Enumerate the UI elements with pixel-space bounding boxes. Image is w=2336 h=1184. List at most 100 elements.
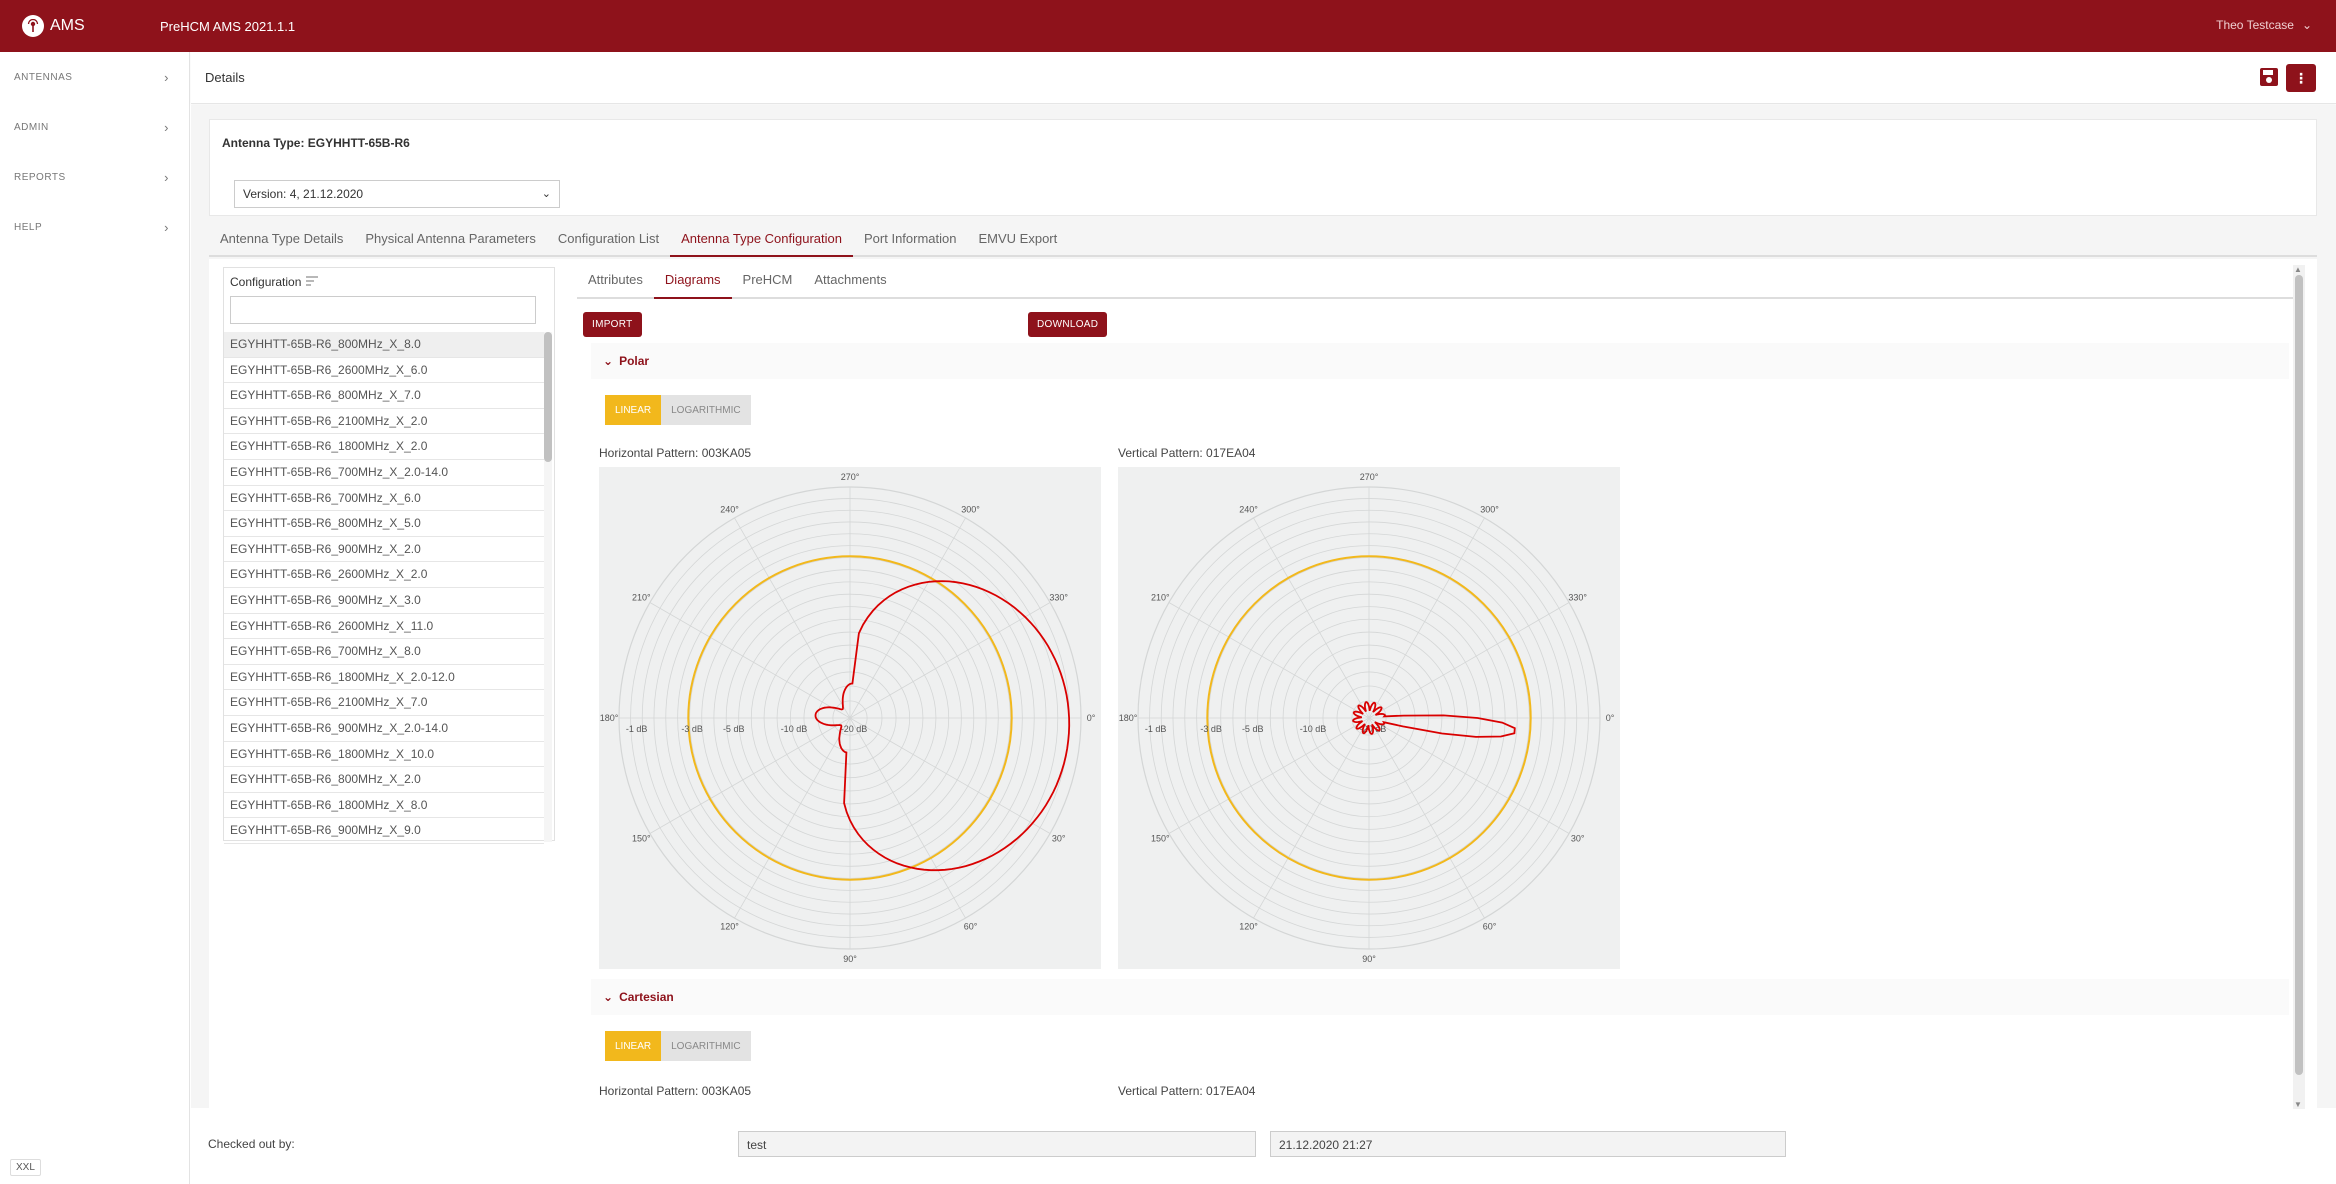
vertical-polar-chart: 0° 30° 60° 90° 120° 150° 180° 210° 240° 270° 300° 3… [1119,472,1615,964]
checked-out-user-field: test [738,1131,1256,1157]
configuration-item[interactable]: EGYHHTT-65B-R6_2600MHz_X_2.0 [224,562,544,588]
scroll-down-icon[interactable]: ▼ [2294,1100,2302,1109]
chevron-down-icon: ⌄ [603,990,614,1004]
configuration-item[interactable]: EGYHHTT-65B-R6_2600MHz_X_11.0 [224,614,544,640]
grid-spoke [849,717,1051,834]
configuration-item[interactable]: EGYHHTT-65B-R6_2600MHz_X_6.0 [224,358,544,384]
chevron-right-icon: › [164,119,169,135]
grid-spoke [1368,717,1485,919]
chevron-right-icon: › [164,169,169,185]
configuration-heading: Configuration [230,275,302,289]
user-name: Theo Testcase [2216,18,2294,32]
import-button[interactable]: IMPORT [583,312,642,337]
tab-physical-antenna-parameters[interactable]: Physical Antenna Parameters [354,229,547,257]
configuration-item[interactable]: EGYHHTT-65B-R6_2100MHz_X_7.0 [224,690,544,716]
configuration-item[interactable]: EGYHHTT-65B-R6_900MHz_X_3.0 [224,588,544,614]
grid-spoke [1253,717,1370,919]
configuration-item[interactable]: EGYHHTT-65B-R6_700MHz_X_2.0-14.0 [224,460,544,486]
configuration-item[interactable]: EGYHHTT-65B-R6_800MHz_X_5.0 [224,511,544,537]
sidebar-item-reports[interactable]: REPORTS › [0,152,189,202]
cartesian-logarithmic-option[interactable]: LOGARITHMIC [661,1031,751,1061]
angle-tick-label: 210° [1151,593,1170,603]
angle-tick-label: 60° [1483,922,1497,932]
checked-out-date-field: 21.12.2020 21:27 [1270,1131,1786,1157]
scroll-up-icon[interactable]: ▲ [2294,265,2302,274]
configuration-header: Configuration [224,268,554,296]
configuration-item[interactable]: EGYHHTT-65B-R6_1800MHz_X_10.0 [224,742,544,768]
tab-attributes[interactable]: Attributes [577,267,654,299]
scrollbar-thumb[interactable] [2295,275,2303,1075]
more-menu-button[interactable]: ⋮ [2286,64,2316,92]
polar-logarithmic-option[interactable]: LOGARITHMIC [661,395,751,425]
db-tick-label: -10 dB [781,724,808,734]
save-icon[interactable] [2258,66,2280,88]
configuration-item[interactable]: EGYHHTT-65B-R6_800MHz_X_2.0 [224,767,544,793]
top-bar: AMS PreHCM AMS 2021.1.1 Theo Testcase ⌄ [0,0,2336,52]
tab-content: Configuration EGYHHTT-65B-R6_800MHz_X_8.… [209,259,2317,1109]
grid-spoke [1168,717,1370,834]
tab-emvu-export[interactable]: EMVU Export [968,229,1069,257]
configuration-item[interactable]: EGYHHTT-65B-R6_900MHz_X_2.0-14.0 [224,716,544,742]
cartesian-linear-option[interactable]: LINEAR [605,1031,662,1061]
diagram-scrollbar[interactable]: ▲ ▼ [2293,265,2305,1109]
cartesian-scale-toggle: LINEAR LOGARITHMIC [605,1031,751,1061]
angle-tick-label: 270° [841,472,860,482]
sidebar-item-admin[interactable]: ADMIN › [0,102,189,152]
version-select[interactable]: Version: 4, 21.12.2020 ⌄ [234,180,560,208]
configuration-item[interactable]: EGYHHTT-65B-R6_1800MHz_X_8.0 [224,793,544,819]
grid-spoke [1168,602,1370,719]
tab-diagrams[interactable]: Diagrams [653,267,732,299]
sub-tabs: Attributes Diagrams PreHCM Attachments [577,267,2305,299]
tab-prehcm[interactable]: PreHCM [732,267,804,299]
cartesian-section-title: Cartesian [619,990,674,1004]
angle-tick-label: 0° [1087,713,1096,723]
antenna-logo-icon [22,15,44,37]
configuration-item[interactable]: EGYHHTT-65B-R6_800MHz_X_8.0 [224,332,544,358]
angle-tick-label: 120° [720,922,739,932]
cartesian-section-header[interactable]: ⌄ Cartesian [591,979,2289,1015]
configuration-item[interactable]: EGYHHTT-65B-R6_800MHz_X_7.0 [224,383,544,409]
main-area: Antenna Type: EGYHHTT-65B-R6 Version: 4,… [191,105,2336,1109]
configuration-item[interactable]: EGYHHTT-65B-R6_2100MHz_X_2.0 [224,409,544,435]
tab-antenna-type-details[interactable]: Antenna Type Details [209,229,354,257]
tab-antenna-type-configuration[interactable]: Antenna Type Configuration [670,229,853,257]
cartesian-horizontal-label: Horizontal Pattern: 003KA05 [599,1084,752,1098]
tab-configuration-list[interactable]: Configuration List [547,229,670,257]
download-button[interactable]: DOWNLOAD [1028,312,1108,337]
filter-icon[interactable] [306,275,319,289]
configuration-scrollbar[interactable] [544,332,552,842]
vertical-polar-plot: 0° 30° 60° 90° 120° 150° 180° 210° 240° 270° 300° 3… [1118,467,1620,969]
scrollbar-thumb[interactable] [544,332,552,462]
page-title: Details [205,70,245,85]
sidebar-item-antennas[interactable]: ANTENNAS › [0,52,189,102]
sidebar-item-label: ANTENNAS [14,71,73,83]
polar-section-header[interactable]: ⌄ Polar [591,343,2289,379]
more-vertical-icon: ⋮ [2294,69,2308,86]
configuration-item[interactable]: EGYHHTT-65B-R6_1800MHz_X_2.0 [224,434,544,460]
grid-spoke [734,517,851,719]
angle-tick-label: 300° [961,504,980,514]
horizontal-polar-chart: 0° 30° 60° 90° 120° 150° 180° 210° 240° 270° 300° 3… [600,472,1096,964]
angle-tick-label: 330° [1049,593,1068,603]
polar-section-title: Polar [619,354,650,368]
angle-tick-label: 120° [1239,922,1258,932]
tab-attachments[interactable]: Attachments [803,267,897,299]
angle-tick-label: 240° [1239,504,1258,514]
grid-spoke [849,602,1051,719]
sidebar-item-label: ADMIN [14,121,49,133]
configuration-item[interactable]: EGYHHTT-65B-R6_700MHz_X_6.0 [224,486,544,512]
user-menu[interactable]: Theo Testcase ⌄ [2216,18,2312,32]
polar-linear-option[interactable]: LINEAR [605,395,662,425]
configuration-item[interactable]: EGYHHTT-65B-R6_1800MHz_X_2.0-12.0 [224,665,544,691]
tab-port-information[interactable]: Port Information [853,229,968,257]
configuration-item[interactable]: EGYHHTT-65B-R6_900MHz_X_9.0 [224,818,544,844]
angle-tick-label: 210° [632,593,651,603]
angle-tick-label: 330° [1568,593,1587,603]
configuration-item[interactable]: EGYHHTT-65B-R6_700MHz_X_8.0 [224,639,544,665]
app-logo[interactable]: AMS [22,15,142,37]
configuration-item[interactable]: EGYHHTT-65B-R6_900MHz_X_2.0 [224,537,544,563]
sidebar-item-help[interactable]: HELP › [0,202,189,252]
configuration-search-input[interactable] [230,296,536,324]
page-header: Details ⋮ [191,52,2336,104]
chevron-down-icon: ⌄ [541,188,551,200]
